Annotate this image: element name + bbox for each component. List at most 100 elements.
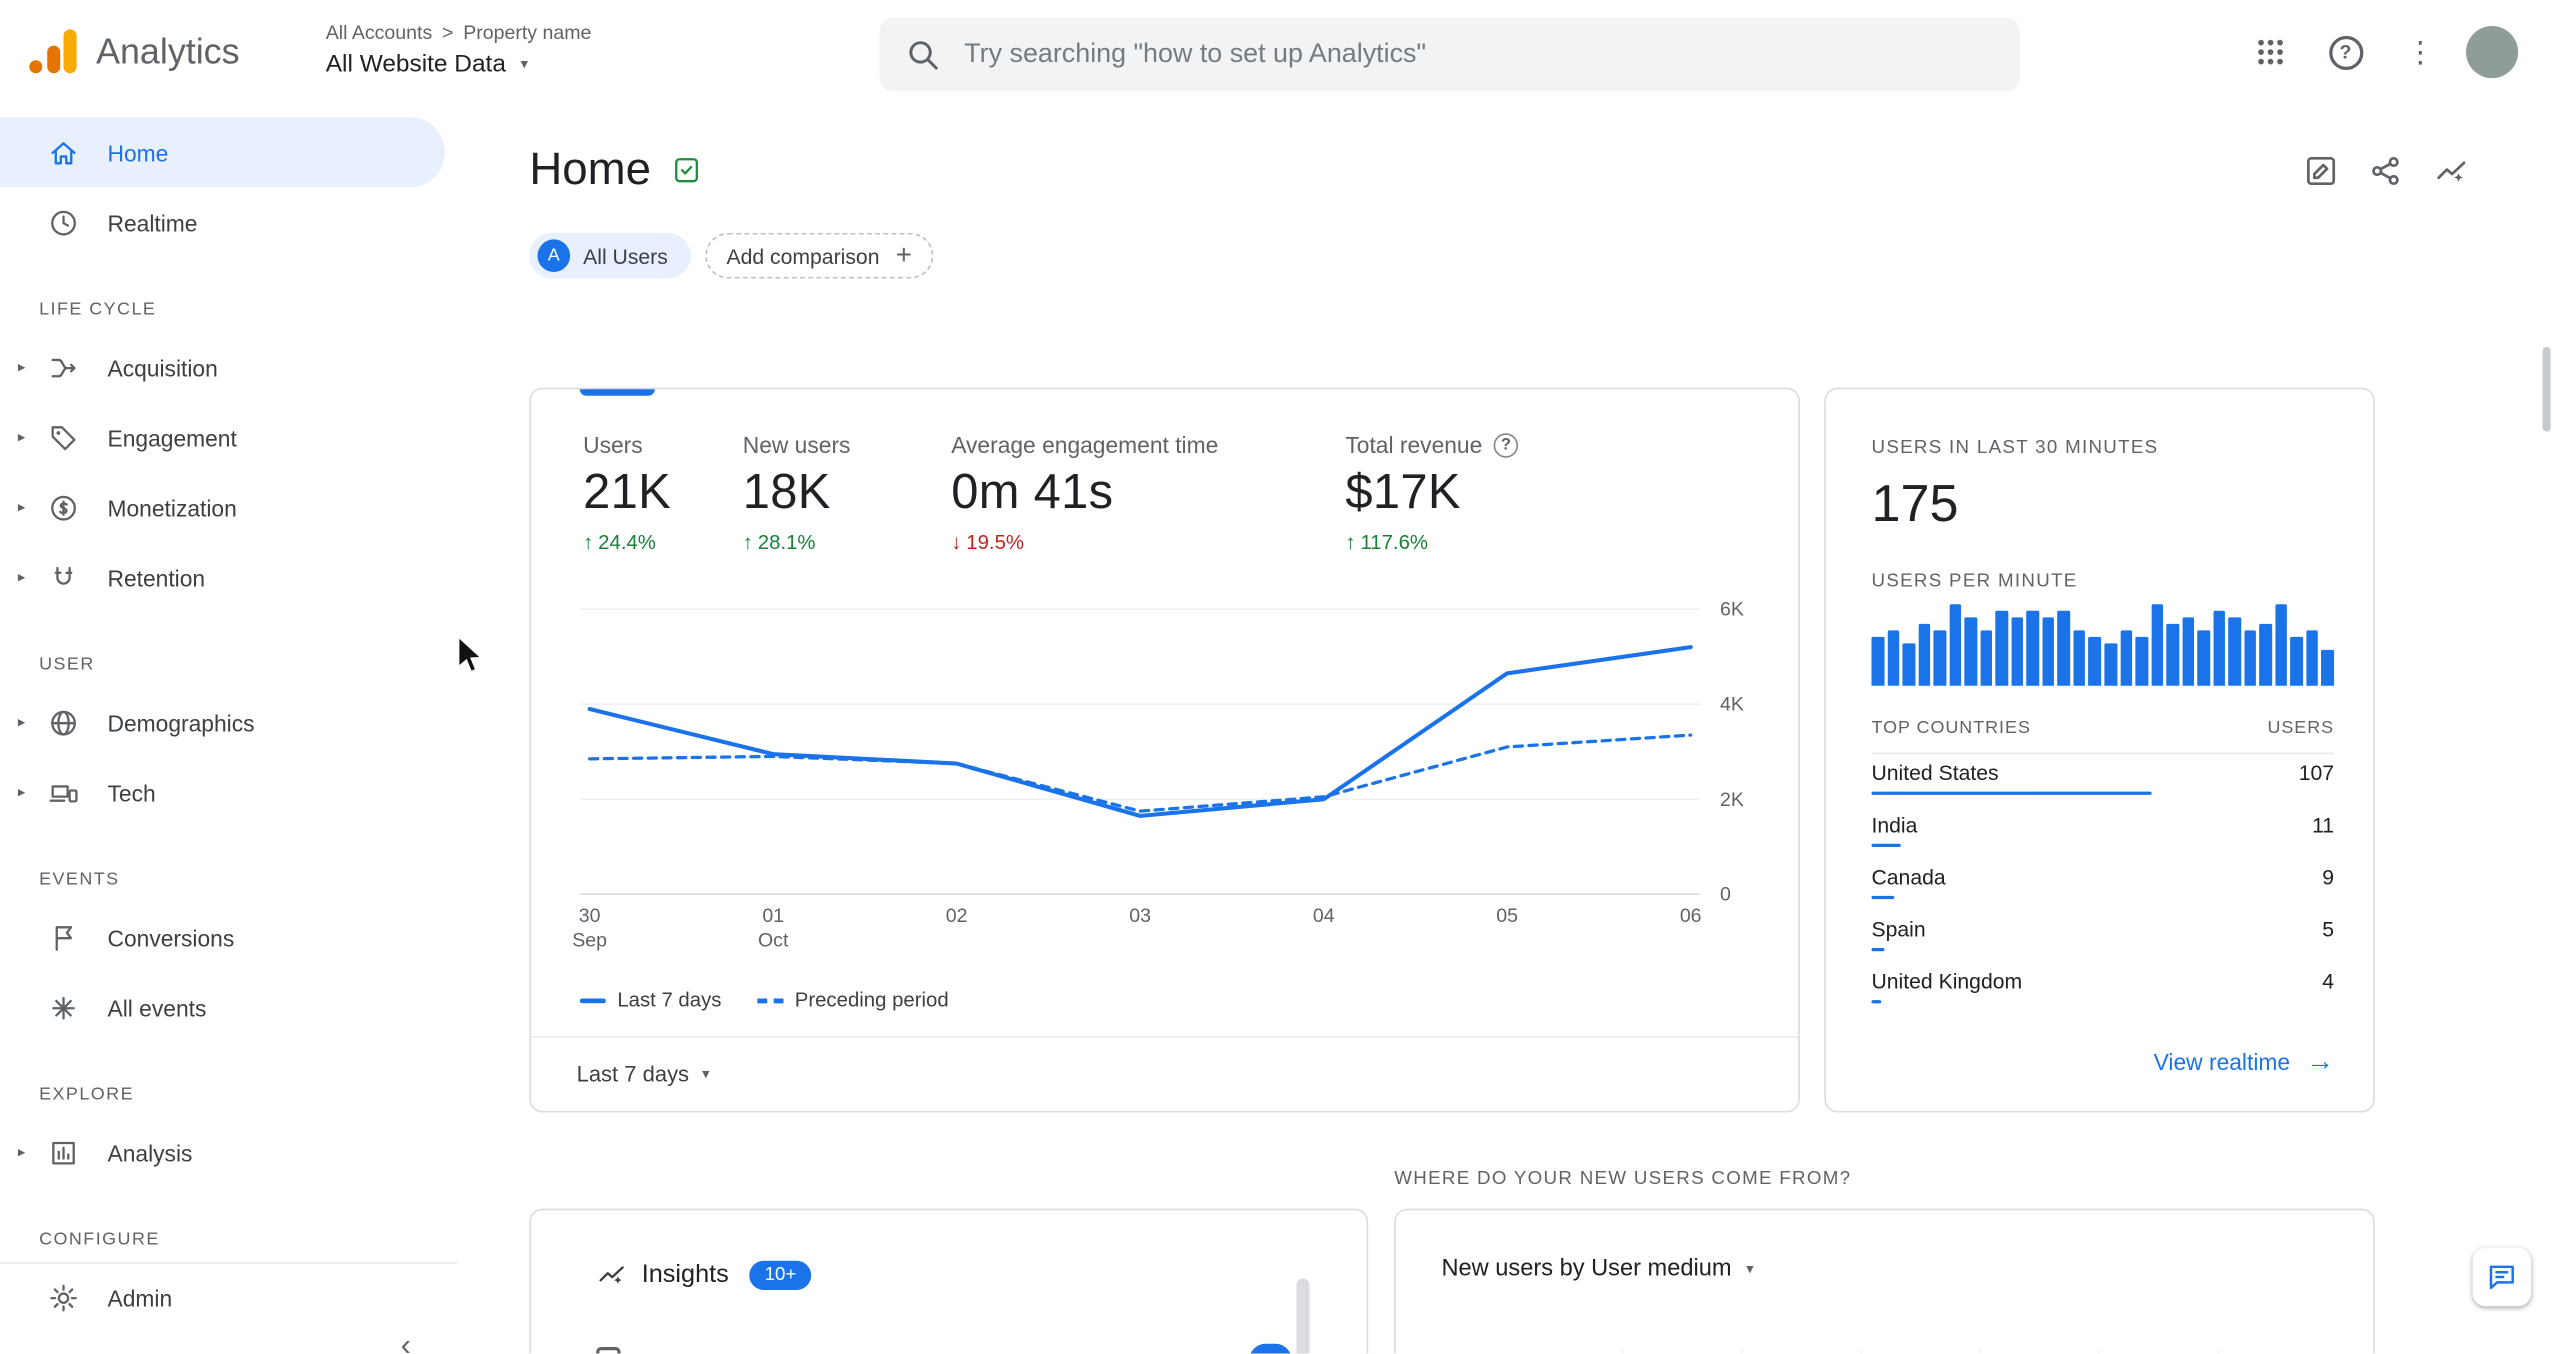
per-minute-bar (2104, 643, 2117, 686)
sidebar-item-all-events[interactable]: All events (0, 972, 458, 1042)
sidebar-item-monetization[interactable]: ▸ Monetization (0, 472, 458, 542)
help-button[interactable]: ? (2316, 23, 2375, 82)
legend-preceding-period: Preceding period (757, 989, 949, 1011)
country-users: 11 (2312, 812, 2335, 838)
metric-value: $17K (1345, 465, 1461, 520)
chevron-right-icon[interactable]: ▸ (18, 568, 25, 586)
search-bar[interactable] (879, 17, 2020, 92)
per-minute-bar (1964, 617, 1977, 686)
country-bar (1871, 1000, 1882, 1004)
share-report-button[interactable] (2368, 153, 2404, 189)
tech-devices-icon (47, 776, 80, 809)
per-minute-bar (2197, 630, 2210, 686)
all-users-chip[interactable]: A All Users (529, 232, 691, 279)
metric-delta: ↑ 28.1% (742, 530, 816, 554)
search-input[interactable] (964, 39, 1994, 71)
sidebar-item-demographics[interactable]: ▸ Demographics (0, 687, 458, 757)
sidebar-item-retention[interactable]: ▸ Retention (0, 542, 458, 612)
insights-sparkle-icon (596, 1259, 627, 1290)
feedback-button[interactable] (2472, 1247, 2532, 1307)
svg-text:Oct: Oct (758, 929, 789, 951)
per-minute-bar (2088, 636, 2102, 686)
sidebar-item-tech[interactable]: ▸ Tech (0, 757, 458, 827)
sidebar-item-home[interactable]: Home (0, 117, 445, 188)
analysis-icon (47, 1136, 80, 1169)
sidebar-item-engagement[interactable]: ▸ Engagement (0, 402, 458, 472)
breadcrumb-all-accounts[interactable]: All Accounts (326, 21, 432, 44)
monetization-dollar-icon (47, 491, 80, 524)
country-bar (1871, 947, 1885, 952)
trend-arrow-icon: ↑ (583, 530, 594, 554)
help-icon[interactable]: ? (1493, 432, 1519, 457)
sidebar-item-admin[interactable]: Admin (0, 1262, 458, 1332)
sidebar-item-acquisition[interactable]: ▸ Acquisition (0, 332, 458, 402)
country-users: 107 (2298, 760, 2335, 786)
insights-count-badge[interactable]: 10+ (749, 1259, 812, 1290)
customize-report-button[interactable] (2303, 153, 2339, 189)
sidebar-item-label: Tech (107, 779, 156, 806)
insight-item-badge[interactable] (1249, 1343, 1292, 1354)
date-range-selector[interactable]: Last 7 days ▾ (577, 1036, 710, 1113)
insights-panel-button[interactable] (2433, 153, 2469, 189)
sidebar-item-conversions[interactable]: Conversions (0, 902, 458, 972)
main-content: Home A All Users Add comparison + Users … (457, 104, 2554, 1354)
per-minute-bar (1995, 610, 2008, 686)
country-name: Canada (1871, 864, 1946, 890)
chevron-right-icon[interactable]: ▸ (18, 358, 25, 376)
admin-gear-icon (47, 1282, 80, 1315)
insights-scrollbar[interactable] (1296, 1278, 1310, 1354)
realtime-title: USERS IN LAST 30 MINUTES (1871, 438, 2159, 458)
chevron-right-icon[interactable]: ▸ (18, 783, 25, 801)
caret-down-icon: ▾ (702, 1065, 710, 1082)
all-events-icon (47, 991, 80, 1024)
sidebar-item-label: Acquisition (107, 354, 218, 381)
account-avatar[interactable] (2466, 26, 2519, 79)
retention-magnet-icon (47, 561, 80, 594)
country-bar (1871, 843, 1901, 847)
metric-users: Users 21K ↑ 24.4% (583, 432, 671, 554)
insights-title: Insights (641, 1259, 729, 1288)
analytics-home-link[interactable]: Analytics (26, 24, 240, 79)
add-comparison-button[interactable]: Add comparison + (705, 232, 934, 279)
chevron-right-icon[interactable]: ▸ (18, 1143, 25, 1161)
chevron-right-icon[interactable]: ▸ (18, 498, 25, 516)
dimension-selector[interactable]: New users by User medium ▾ (1441, 1256, 1753, 1282)
sidebar-item-label: Engagement (107, 424, 237, 451)
metric-value: 18K (742, 465, 831, 520)
solid-line-swatch (579, 997, 606, 1003)
metric-label: New users (742, 431, 851, 458)
breadcrumb-property[interactable]: Property name (463, 21, 591, 44)
page-scrollbar[interactable] (2542, 346, 2551, 432)
per-minute-bar (2073, 630, 2086, 686)
svg-text:4K: 4K (1720, 694, 1744, 716)
sidebar-item-analysis[interactable]: ▸ Analysis (0, 1117, 458, 1187)
per-minute-bar (2042, 617, 2055, 686)
all-users-label: All Users (583, 243, 668, 268)
apps-grid-button[interactable] (2241, 23, 2300, 82)
overview-line-chart: 0 2K 4K 6K 30Sep 01Oct 02 03 04 05 06 (572, 599, 1744, 952)
top-countries-column: TOP COUNTRIES (1871, 718, 2031, 738)
logo-dot (29, 60, 43, 74)
engagement-tag-icon (47, 421, 80, 454)
section-title-configure: CONFIGURE (39, 1229, 160, 1250)
svg-text:05: 05 (1496, 905, 1518, 927)
sidebar-item-realtime[interactable]: Realtime (0, 187, 458, 257)
header-actions: ? ⋮ (2241, 23, 2519, 82)
property-selector[interactable]: All Website Data ▾ (326, 50, 592, 78)
sidebar-item-label: Realtime (107, 209, 198, 236)
per-minute-bar (1949, 604, 1962, 686)
top-countries-header: TOP COUNTRIES USERS (1871, 718, 2335, 755)
view-realtime-link[interactable]: View realtime → (2154, 1046, 2334, 1079)
svg-text:03: 03 (1129, 905, 1151, 927)
chevron-right-icon[interactable]: ▸ (18, 713, 25, 731)
metric-label: Users (583, 431, 643, 458)
report-check-icon[interactable] (671, 154, 702, 185)
card-divider (530, 1035, 1799, 1038)
page-title: Home (529, 143, 652, 194)
chevron-right-icon[interactable]: ▸ (18, 428, 25, 446)
active-tab-indicator (579, 389, 655, 396)
more-options-button[interactable]: ⋮ (2391, 23, 2450, 82)
logo-mid-bar (47, 45, 61, 74)
sidebar-collapse-button[interactable]: ‹ (401, 1329, 411, 1353)
svg-text:Sep: Sep (572, 929, 607, 951)
